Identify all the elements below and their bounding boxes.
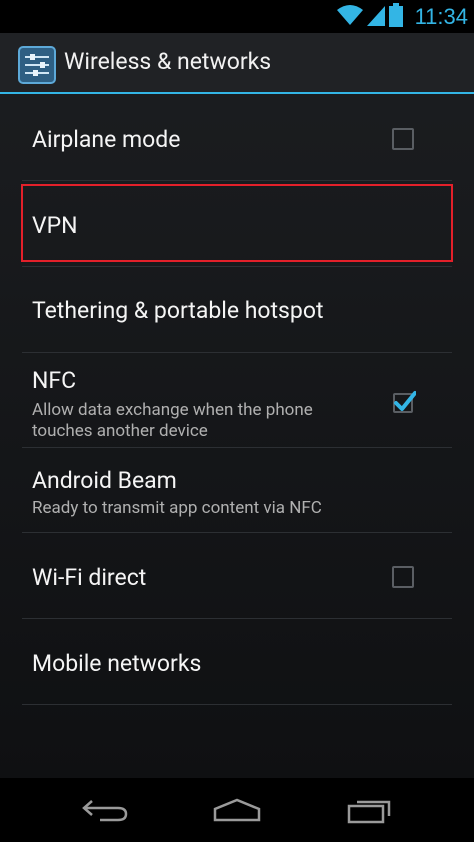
settings-sliders-icon[interactable] [18, 46, 56, 84]
wifi-direct-checkbox[interactable] [392, 566, 414, 588]
item-label: NFC [32, 367, 77, 394]
recent-apps-icon[interactable] [340, 790, 400, 830]
item-label: Mobile networks [32, 650, 202, 677]
page-title: Wireless & networks [64, 48, 272, 75]
battery-icon [388, 2, 403, 31]
item-label: Wi-Fi direct [32, 564, 147, 591]
nfc-checkbox[interactable] [392, 390, 417, 414]
item-summary-line1: Allow data exchange when the phone [32, 400, 313, 420]
item-summary-line2: touches another device [32, 421, 208, 441]
list-item-vpn[interactable]: VPN [22, 181, 452, 267]
list-item-nfc[interactable]: NFC Allow data exchange when the phone t… [22, 353, 452, 448]
item-summary: Ready to transmit app content via NFC [32, 498, 322, 518]
list-item-android-beam[interactable]: Android Beam Ready to transmit app conte… [22, 448, 452, 533]
list-item-wifi-direct[interactable]: Wi-Fi direct [22, 533, 452, 619]
action-bar: Wireless & networks [0, 33, 474, 94]
item-label: Tethering & portable hotspot [32, 297, 324, 324]
list-item-mobile-networks[interactable]: Mobile networks [22, 619, 452, 705]
signal-icon [366, 4, 385, 30]
status-time: 11:34 [414, 3, 468, 29]
wifi-icon [336, 4, 363, 30]
item-label: VPN [32, 212, 78, 239]
airplane-mode-checkbox[interactable] [392, 128, 414, 150]
item-label: Android Beam [32, 467, 177, 494]
list-item-tethering[interactable]: Tethering & portable hotspot [22, 267, 452, 353]
screen: 11:34 Wireless & networks Airplane mode … [0, 0, 474, 842]
back-icon[interactable] [75, 790, 135, 830]
settings-list: Airplane mode VPN Tethering & portable h… [0, 94, 474, 705]
item-label: Airplane mode [32, 126, 181, 153]
home-icon[interactable] [207, 790, 267, 830]
navigation-bar [0, 778, 474, 842]
status-bar: 11:34 [0, 0, 474, 33]
status-icons: 11:34 [336, 0, 468, 33]
list-item-airplane-mode[interactable]: Airplane mode [22, 94, 452, 181]
